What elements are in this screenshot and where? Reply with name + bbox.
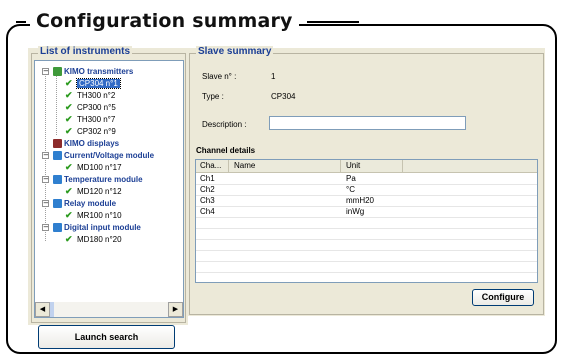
collapse-icon[interactable]: − xyxy=(42,224,49,231)
row-channel: Ch4 xyxy=(200,207,215,216)
check-icon: ✔ xyxy=(65,126,73,136)
tree-line xyxy=(56,75,57,135)
row-channel: Ch1 xyxy=(200,174,215,183)
column-divider xyxy=(402,160,403,172)
check-icon: ✔ xyxy=(65,210,73,220)
row-separator xyxy=(196,228,537,229)
collapse-icon[interactable]: − xyxy=(42,176,49,183)
check-icon: ✔ xyxy=(65,162,73,172)
row-unit: inWg xyxy=(346,207,365,216)
tree-group-kimo-transmitters[interactable]: KIMO transmitters xyxy=(53,66,133,77)
description-field[interactable] xyxy=(269,116,466,130)
tree-item-th300-2[interactable]: ✔ TH300 n°2 xyxy=(65,90,115,101)
tree-item-md100-17[interactable]: ✔ MD100 n°17 xyxy=(65,162,122,173)
tree-item-label: TH300 n°7 xyxy=(77,115,116,124)
tree-item-label: MD100 n°17 xyxy=(77,163,122,172)
tree-item-label: CP304 n°1 xyxy=(76,78,121,89)
module-icon xyxy=(53,151,62,161)
header-channel[interactable]: Cha... xyxy=(200,160,221,171)
column-divider xyxy=(228,160,229,172)
slave-no-label: Slave n° : xyxy=(202,72,237,81)
tree-item-label: MR100 n°10 xyxy=(77,211,122,220)
collapse-icon[interactable]: − xyxy=(42,200,49,207)
collapse-icon[interactable]: − xyxy=(42,152,49,159)
check-icon: ✔ xyxy=(65,114,73,124)
dialog-title: Configuration summary xyxy=(16,8,359,34)
instruments-legend: List of instruments xyxy=(38,46,133,57)
tree-item-mr100-10[interactable]: ✔ MR100 n°10 xyxy=(65,210,122,221)
slave-legend: Slave summary xyxy=(196,46,274,57)
tree-item-md180-20[interactable]: ✔ MD180 n°20 xyxy=(65,234,122,245)
scroll-right-icon[interactable]: ▶ xyxy=(168,302,183,317)
row-separator xyxy=(196,206,537,207)
check-icon: ✔ xyxy=(65,90,73,100)
tree-item-cp302-9[interactable]: ✔ CP302 n°9 xyxy=(65,126,116,137)
collapse-icon[interactable]: − xyxy=(42,68,49,75)
row-separator xyxy=(196,184,537,185)
tree-group-digital-input[interactable]: Digital input module xyxy=(53,222,141,233)
tree-item-md120-12[interactable]: ✔ MD120 n°12 xyxy=(65,186,122,197)
tree-group-label: Temperature module xyxy=(64,175,143,184)
tree-group-label: KIMO displays xyxy=(64,139,120,148)
tree-group-label: KIMO transmitters xyxy=(64,67,134,76)
row-separator xyxy=(196,239,537,240)
tree-horizontal-scrollbar[interactable]: ◀ ▶ xyxy=(35,302,183,317)
row-channel: Ch2 xyxy=(200,185,215,194)
row-channel: Ch3 xyxy=(200,196,215,205)
header-name[interactable]: Name xyxy=(234,160,255,171)
row-unit: °C xyxy=(346,185,355,194)
grid-header: Cha... Name Unit xyxy=(196,160,537,173)
row-separator xyxy=(196,250,537,251)
row-unit: Pa xyxy=(346,174,356,183)
check-icon: ✔ xyxy=(65,234,73,244)
channel-grid[interactable]: Cha... Name Unit Ch1 Pa Ch2 °C Ch3 mmH20… xyxy=(195,159,538,283)
instrument-tree[interactable]: − KIMO transmitters ✔ CP304 n°1 ✔ TH300 n°… xyxy=(34,60,184,318)
transmitter-icon xyxy=(53,67,62,77)
type-value: CP304 xyxy=(271,92,296,101)
row-separator xyxy=(196,272,537,273)
scroll-left-icon[interactable]: ◀ xyxy=(35,302,50,317)
tree-group-kimo-displays[interactable]: KIMO displays xyxy=(53,138,119,149)
tree-group-label: Digital input module xyxy=(64,223,141,232)
tree-group-relay[interactable]: Relay module xyxy=(53,198,116,209)
tree-item-cp304-1[interactable]: ✔ CP304 n°1 xyxy=(65,78,121,89)
launch-search-button[interactable]: Launch search xyxy=(38,325,175,349)
tree-item-label: TH300 n°2 xyxy=(77,91,116,100)
type-label: Type : xyxy=(202,92,224,101)
check-icon: ✔ xyxy=(65,102,73,112)
tree-group-temperature[interactable]: Temperature module xyxy=(53,174,143,185)
row-separator xyxy=(196,261,537,262)
module-icon xyxy=(53,223,62,233)
module-icon xyxy=(53,175,62,185)
configure-button[interactable]: Configure xyxy=(472,289,534,306)
slave-no-value: 1 xyxy=(271,72,276,81)
tree-item-label: CP300 n°5 xyxy=(77,103,116,112)
row-separator xyxy=(196,217,537,218)
tree-group-label: Relay module xyxy=(64,199,117,208)
tree-item-th300-7[interactable]: ✔ TH300 n°7 xyxy=(65,114,115,125)
header-unit[interactable]: Unit xyxy=(346,160,360,171)
tree-group-label: Current/Voltage module xyxy=(64,151,155,160)
check-icon: ✔ xyxy=(65,78,73,88)
tree-item-label: MD120 n°12 xyxy=(77,187,122,196)
tree-item-cp300-5[interactable]: ✔ CP300 n°5 xyxy=(65,102,116,113)
tree-group-current-voltage[interactable]: Current/Voltage module xyxy=(53,150,154,161)
column-divider xyxy=(340,160,341,172)
description-label: Description : xyxy=(202,120,247,129)
scroll-thumb[interactable] xyxy=(50,302,54,317)
display-icon xyxy=(53,139,62,149)
check-icon: ✔ xyxy=(65,186,73,196)
channel-details-title: Channel details xyxy=(196,146,256,155)
row-unit: mmH20 xyxy=(346,196,375,205)
tree-item-label: MD180 n°20 xyxy=(77,235,122,244)
tree-item-label: CP302 n°9 xyxy=(77,127,116,136)
module-icon xyxy=(53,199,62,209)
